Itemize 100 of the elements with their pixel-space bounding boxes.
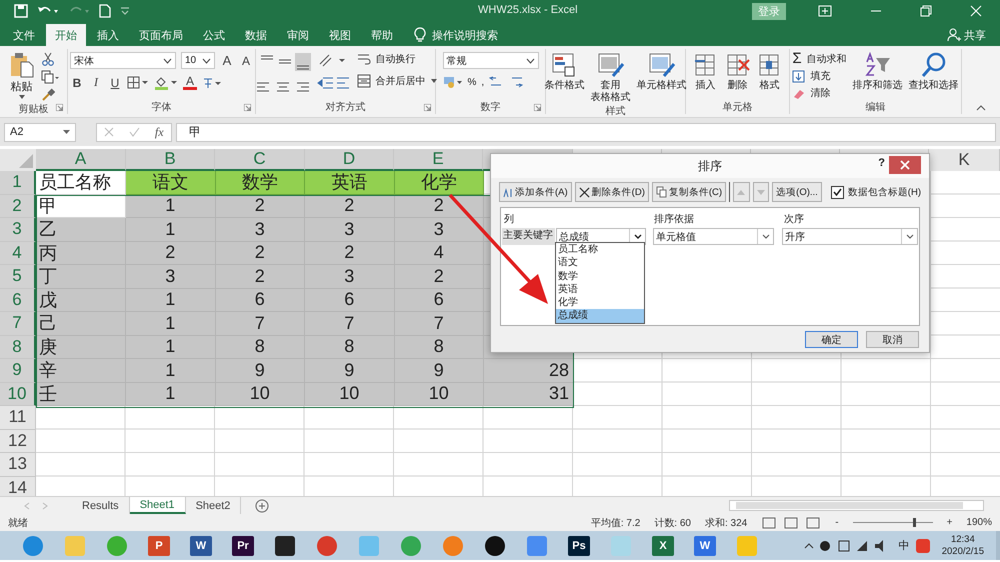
- new-file-icon[interactable]: [99, 4, 111, 18]
- taskbar-app[interactable]: X: [642, 531, 684, 560]
- row-header[interactable]: 8: [0, 336, 36, 359]
- font-size-dropdown[interactable]: 10: [181, 52, 215, 69]
- copy-icon[interactable]: [656, 186, 667, 198]
- search-icon[interactable]: [920, 52, 948, 78]
- add-level-button[interactable]: 添加条件(A): [499, 182, 572, 202]
- taskbar-app[interactable]: P: [138, 531, 180, 560]
- increase-font-button[interactable]: A: [220, 53, 234, 68]
- check-icon[interactable]: [832, 188, 842, 196]
- merge-cells-icon[interactable]: [356, 74, 370, 88]
- align-text-icon[interactable]: [254, 80, 310, 94]
- fill-color-icon[interactable]: [154, 76, 178, 90]
- dropdown-option[interactable]: 语文: [556, 256, 644, 270]
- sheet-tab[interactable]: Sheet1: [130, 497, 186, 514]
- dialog-launcher-icon[interactable]: [244, 104, 251, 111]
- number-format-dropdown[interactable]: 常规: [442, 52, 538, 69]
- caret-icon[interactable]: [430, 79, 436, 83]
- dialog-launcher-icon[interactable]: [534, 104, 541, 111]
- currency-icon[interactable]: [442, 75, 462, 89]
- column-header[interactable]: B: [126, 149, 215, 171]
- delete-icon[interactable]: [578, 186, 590, 198]
- ribbon-button[interactable]: 删除: [728, 80, 748, 92]
- ribbon-button[interactable]: 格式: [760, 80, 780, 92]
- name-box[interactable]: A2: [4, 122, 76, 142]
- wrap-text-icon[interactable]: [356, 52, 370, 66]
- cancel-button[interactable]: 取消: [866, 331, 919, 348]
- paste-button[interactable]: 粘贴: [10, 79, 32, 94]
- add-sheet-icon[interactable]: [255, 498, 270, 512]
- close-icon[interactable]: [900, 160, 910, 170]
- delete-level-button[interactable]: 删除条件(D): [574, 182, 649, 202]
- ok-button[interactable]: 确定: [805, 331, 858, 348]
- ribbon-tab[interactable]: 数据: [236, 24, 276, 46]
- zoom-slider-thumb[interactable]: [913, 518, 916, 527]
- clock-date[interactable]: 2020/2/15: [942, 546, 984, 558]
- ribbon-tab[interactable]: 开始: [46, 24, 86, 46]
- clock-time[interactable]: 12:34: [950, 534, 975, 546]
- chevron-down-icon[interactable]: [762, 234, 770, 239]
- row-header[interactable]: 5: [0, 265, 36, 288]
- table-brush-icon[interactable]: [596, 52, 624, 78]
- bold-button[interactable]: B: [70, 76, 84, 90]
- borders-icon[interactable]: [127, 76, 149, 89]
- decrease-font-button[interactable]: A: [239, 54, 253, 68]
- scissors-icon[interactable]: [40, 52, 54, 66]
- ribbon-tab[interactable]: 帮助: [362, 24, 402, 46]
- taskbar-app[interactable]: Pr: [222, 531, 264, 560]
- help-button[interactable]: ?: [878, 157, 885, 169]
- fill-down-icon[interactable]: [792, 70, 806, 82]
- horizontal-scrollbar[interactable]: [729, 500, 984, 511]
- format-painter-icon[interactable]: [40, 88, 54, 102]
- table-brush-icon[interactable]: [648, 52, 676, 78]
- ribbon-button[interactable]: 套用 表格格式: [590, 80, 630, 104]
- column-header[interactable]: A: [36, 149, 126, 171]
- ribbon-button[interactable]: 单元格样式: [636, 80, 686, 92]
- chevron-down-icon[interactable]: [202, 58, 211, 64]
- copy-level-button[interactable]: 复制条件(C): [652, 182, 726, 202]
- caret-icon[interactable]: [63, 130, 70, 134]
- ribbon-tab[interactable]: 插入: [88, 24, 128, 46]
- chevron-down-icon[interactable]: [163, 58, 172, 64]
- dropdown-option[interactable]: 化学: [556, 296, 644, 310]
- ribbon-tab[interactable]: 审阅: [278, 24, 318, 46]
- row-header[interactable]: 10: [0, 382, 36, 406]
- row-header[interactable]: 4: [0, 242, 36, 265]
- chevron-down-icon[interactable]: [906, 234, 914, 239]
- row-header[interactable]: 3: [0, 218, 36, 242]
- ribbon-button[interactable]: 条件格式: [544, 80, 584, 92]
- row-header[interactable]: 6: [0, 288, 36, 312]
- sum-icon[interactable]: Σ: [792, 52, 802, 66]
- taskbar-app[interactable]: W: [684, 531, 726, 560]
- dropdown-option[interactable]: 数学: [556, 270, 644, 283]
- font-color-button[interactable]: A: [183, 75, 197, 90]
- italic-button[interactable]: I: [89, 75, 103, 90]
- dialog-launcher-icon[interactable]: [56, 104, 63, 111]
- dialog-launcher-icon[interactable]: [424, 104, 431, 111]
- wrap-text-button[interactable]: 自动换行: [376, 52, 416, 66]
- column-header[interactable]: E: [394, 149, 483, 171]
- dropdown-option[interactable]: 员工名称: [556, 243, 644, 256]
- restore-icon[interactable]: [920, 5, 932, 17]
- column-header[interactable]: C: [215, 149, 305, 171]
- dropdown-option[interactable]: 英语: [556, 282, 644, 296]
- ribbon-tab[interactable]: 公式: [194, 24, 234, 46]
- sort-on-dropdown[interactable]: 单元格值: [653, 228, 774, 245]
- fill-button[interactable]: 填充: [810, 69, 830, 83]
- close-button[interactable]: [889, 156, 921, 174]
- ribbon-tab[interactable]: 页面布局: [130, 24, 192, 46]
- sort-az-icon[interactable]: [503, 186, 513, 198]
- font-name-dropdown[interactable]: 宋体: [70, 52, 176, 69]
- tell-me-search[interactable]: 操作说明搜索: [432, 28, 498, 42]
- clear-button[interactable]: 清除: [810, 86, 830, 100]
- zoom-in-button[interactable]: +: [946, 517, 952, 528]
- autosum-button[interactable]: 自动求和: [806, 52, 847, 66]
- find-select-button[interactable]: 查找和选择: [908, 80, 959, 92]
- input-method-indicator[interactable]: 中: [898, 538, 910, 553]
- pinyin-icon[interactable]: [202, 76, 222, 90]
- comma-button[interactable]: ,: [481, 76, 484, 88]
- zoom-out-button[interactable]: -: [835, 517, 839, 528]
- collapse-ribbon-icon[interactable]: [976, 105, 986, 111]
- dropdown-option[interactable]: 总成绩: [556, 309, 644, 323]
- clipboard-icon[interactable]: [8, 52, 34, 78]
- row-header[interactable]: 2: [0, 194, 36, 218]
